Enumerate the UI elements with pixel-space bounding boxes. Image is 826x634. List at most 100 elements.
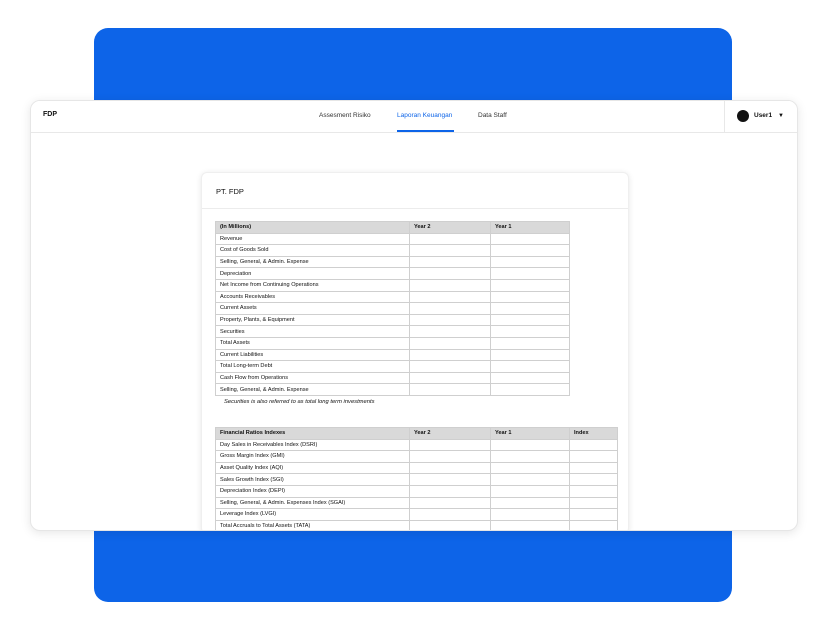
value-cell[interactable]: [490, 484, 570, 498]
value-cell[interactable]: [409, 496, 491, 510]
table-row: Depreciation Index (DEPI): [215, 484, 618, 498]
value-cell[interactable]: [490, 302, 570, 315]
value-cell[interactable]: [569, 508, 618, 521]
row-label: Property, Plants, & Equipment: [215, 313, 410, 327]
value-cell[interactable]: [409, 461, 491, 475]
table-row: Total Accruals to Total Assets (TATA): [215, 519, 618, 530]
main-nav: Assesment Risiko Laporan Keuangan Data S…: [31, 101, 797, 132]
column-header: Year 2: [409, 221, 491, 234]
column-header: Year 1: [490, 221, 570, 234]
value-cell[interactable]: [490, 278, 570, 292]
value-cell[interactable]: [409, 438, 491, 452]
value-cell[interactable]: [569, 484, 618, 498]
table-row: Property, Plants, & Equipment: [215, 313, 570, 327]
value-cell[interactable]: [490, 371, 570, 385]
table-row: Current Liabilities: [215, 348, 570, 362]
value-cell[interactable]: [409, 450, 491, 463]
value-cell[interactable]: [409, 371, 491, 385]
value-cell[interactable]: [569, 496, 618, 510]
value-cell[interactable]: [409, 325, 491, 338]
table-row: Selling, General, & Admin. Expenses Inde…: [215, 496, 618, 510]
column-header: Index: [569, 427, 618, 440]
value-cell[interactable]: [409, 313, 491, 327]
tab-assesment-risiko[interactable]: Assesment Risiko: [319, 112, 371, 119]
column-header: (In Millions): [215, 221, 410, 234]
value-cell[interactable]: [409, 278, 491, 292]
column-header: Year 1: [490, 427, 570, 440]
tab-data-staff[interactable]: Data Staff: [478, 112, 507, 119]
card-divider: [202, 208, 628, 209]
value-cell[interactable]: [490, 473, 570, 486]
value-cell[interactable]: [409, 267, 491, 280]
row-label: Current Assets: [215, 302, 410, 315]
value-cell[interactable]: [409, 336, 491, 350]
top-navbar: FDP Assesment Risiko Laporan Keuangan Da…: [31, 101, 797, 133]
value-cell[interactable]: [490, 232, 570, 246]
value-cell[interactable]: [490, 336, 570, 350]
value-cell[interactable]: [490, 508, 570, 521]
row-label: Net Income from Continuing Operations: [215, 278, 410, 292]
row-label: Leverage Index (LVGI): [215, 508, 410, 521]
app-window: FDP Assesment Risiko Laporan Keuangan Da…: [30, 100, 798, 531]
tab-laporan-keuangan[interactable]: Laporan Keuangan: [397, 112, 452, 119]
row-label: Securities: [215, 325, 410, 338]
row-label: Selling, General, & Admin. Expenses Inde…: [215, 496, 410, 510]
value-cell[interactable]: [409, 360, 491, 373]
value-cell[interactable]: [490, 383, 570, 396]
value-cell[interactable]: [409, 519, 491, 530]
table-row: Selling, General, & Admin. Expense: [215, 383, 570, 396]
column-header: Financial Ratios Indexes: [215, 427, 410, 440]
value-cell[interactable]: [490, 313, 570, 327]
value-cell[interactable]: [569, 519, 618, 530]
value-cell[interactable]: [409, 508, 491, 521]
value-cell[interactable]: [490, 244, 570, 257]
row-label: Revenue: [215, 232, 410, 246]
table-row: Cost of Goods Sold: [215, 244, 570, 257]
user-menu[interactable]: User1 ▼: [724, 101, 797, 132]
financial-data-table: (In Millions) Year 2 Year 1 Revenue Cost …: [215, 221, 570, 396]
value-cell[interactable]: [409, 302, 491, 315]
table-row: Net Income from Continuing Operations: [215, 278, 570, 292]
value-cell[interactable]: [409, 232, 491, 246]
securities-note: Securities is also referred to as total …: [224, 399, 375, 405]
row-label: Total Long-term Debt: [215, 360, 410, 373]
table-header-row: Financial Ratios Indexes Year 2 Year 1 I…: [215, 427, 618, 440]
value-cell[interactable]: [490, 325, 570, 338]
table-row: Leverage Index (LVGI): [215, 508, 618, 521]
value-cell[interactable]: [490, 267, 570, 280]
value-cell[interactable]: [490, 450, 570, 463]
row-label: Cost of Goods Sold: [215, 244, 410, 257]
value-cell[interactable]: [409, 484, 491, 498]
value-cell[interactable]: [569, 461, 618, 475]
row-label: Cash Flow from Operations: [215, 371, 410, 385]
financial-ratios-table: Financial Ratios Indexes Year 2 Year 1 I…: [215, 427, 618, 530]
value-cell[interactable]: [409, 290, 491, 304]
report-card: PT. FDP (In Millions) Year 2 Year 1 Reve…: [201, 172, 629, 530]
table-row: Asset Quality Index (AQI): [215, 461, 618, 475]
row-label: Selling, General, & Admin. Expense: [215, 383, 410, 396]
value-cell[interactable]: [490, 461, 570, 475]
row-label: Asset Quality Index (AQI): [215, 461, 410, 475]
value-cell[interactable]: [569, 438, 618, 452]
active-tab-indicator: [397, 130, 454, 132]
table-header-row: (In Millions) Year 2 Year 1: [215, 221, 570, 234]
value-cell[interactable]: [490, 360, 570, 373]
table-row: Cash Flow from Operations: [215, 371, 570, 385]
value-cell[interactable]: [569, 473, 618, 486]
value-cell[interactable]: [409, 244, 491, 257]
value-cell[interactable]: [490, 438, 570, 452]
value-cell[interactable]: [490, 519, 570, 530]
chevron-down-icon: ▼: [778, 112, 784, 119]
row-label: Sales Growth Index (SGI): [215, 473, 410, 486]
value-cell[interactable]: [409, 255, 491, 269]
value-cell[interactable]: [569, 450, 618, 463]
avatar: [737, 110, 749, 122]
value-cell[interactable]: [490, 496, 570, 510]
value-cell[interactable]: [409, 383, 491, 396]
value-cell[interactable]: [490, 348, 570, 362]
table-row: Selling, General, & Admin. Expense: [215, 255, 570, 269]
value-cell[interactable]: [409, 473, 491, 486]
value-cell[interactable]: [490, 255, 570, 269]
value-cell[interactable]: [409, 348, 491, 362]
value-cell[interactable]: [490, 290, 570, 304]
